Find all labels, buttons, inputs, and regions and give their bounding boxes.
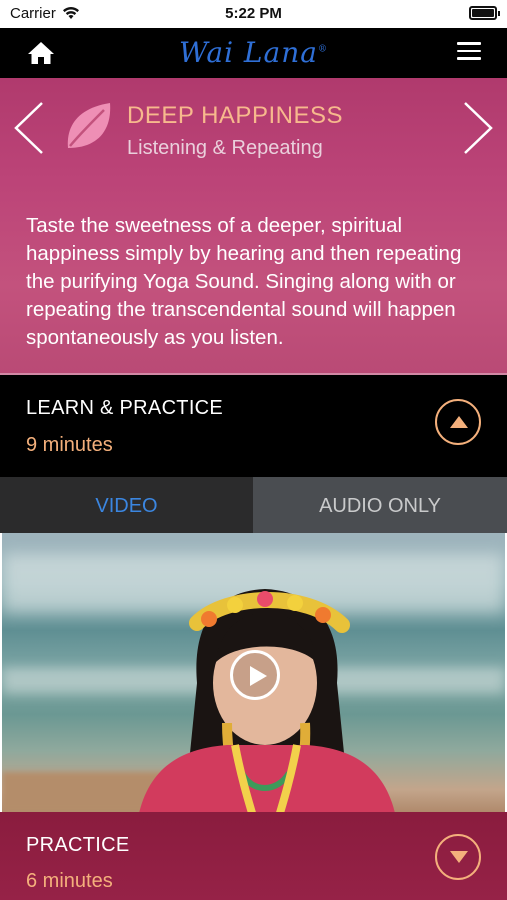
- practice-section[interactable]: PRACTICE 6 minutes: [0, 812, 507, 900]
- practice-label: PRACTICE: [26, 834, 130, 856]
- top-nav-bar: Wai Lana®: [0, 28, 507, 78]
- program-header: DEEP HAPPINESS Listening & Repeating Tas…: [0, 78, 507, 375]
- clock: 5:22 PM: [225, 5, 282, 22]
- collapse-up-icon[interactable]: [435, 399, 481, 445]
- tab-video[interactable]: VIDEO: [0, 477, 253, 533]
- brand-logo-text: Wai Lana: [179, 36, 318, 69]
- practice-duration: 6 minutes: [26, 870, 113, 892]
- learn-practice-duration: 9 minutes: [26, 434, 113, 456]
- status-bar: Carrier 5:22 PM: [0, 0, 507, 28]
- program-title: DEEP HAPPINESS: [127, 102, 343, 129]
- brand-logo-mark: ®: [317, 44, 328, 55]
- chevron-right-icon[interactable]: [461, 100, 495, 156]
- video-player[interactable]: [2, 533, 505, 812]
- battery-icon: [469, 6, 500, 20]
- hamburger-menu-icon[interactable]: [457, 42, 481, 62]
- program-description: Taste the sweetness of a deeper, spiritu…: [26, 214, 462, 349]
- brand-logo: Wai Lana®: [0, 36, 507, 69]
- program-subtitle: Listening & Repeating: [127, 137, 323, 159]
- tab-audio-only[interactable]: AUDIO ONLY: [253, 477, 507, 533]
- leaf-icon: [64, 100, 114, 152]
- learn-practice-label: LEARN & PRACTICE: [26, 397, 224, 419]
- learn-practice-section[interactable]: LEARN & PRACTICE 9 minutes: [0, 375, 507, 477]
- media-tabs: VIDEO AUDIO ONLY: [0, 477, 507, 533]
- chevron-left-icon[interactable]: [12, 100, 46, 156]
- play-icon[interactable]: [230, 650, 280, 700]
- expand-down-icon[interactable]: [435, 834, 481, 880]
